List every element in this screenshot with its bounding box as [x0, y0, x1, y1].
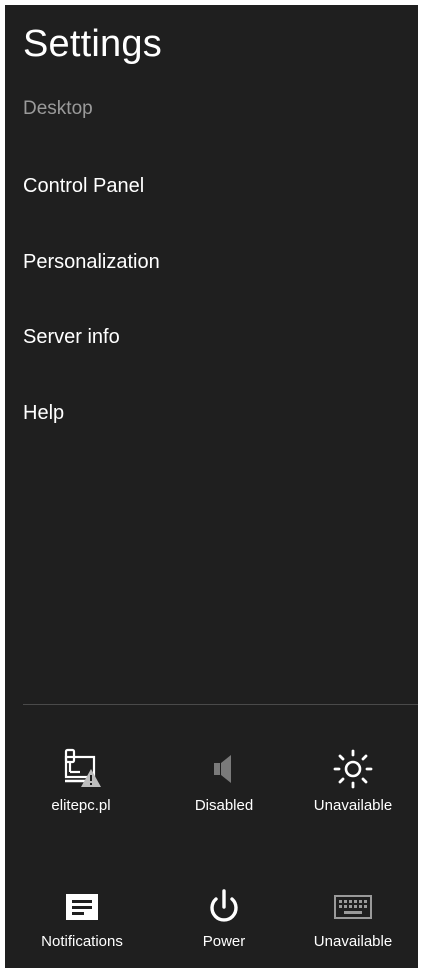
menu-item-server-info[interactable]: Server info [23, 326, 120, 349]
notifications-label: Notifications [41, 933, 123, 950]
power-tile[interactable]: Power [159, 887, 289, 950]
notifications-icon [66, 894, 98, 920]
volume-tile[interactable]: Disabled [159, 747, 289, 814]
page-title: Settings [23, 23, 162, 65]
notifications-tile[interactable]: Notifications [17, 887, 147, 950]
power-icon [210, 889, 238, 922]
keyboard-icon [334, 895, 372, 919]
settings-charm-panel: Settings Desktop Control Panel Personali… [5, 5, 418, 968]
brightness-tile[interactable]: Unavailable [288, 747, 418, 814]
network-tile[interactable]: elitepc.pl [16, 747, 146, 814]
network-warning-icon [64, 748, 101, 787]
brightness-label: Unavailable [313, 797, 393, 814]
network-label: elitepc.pl [51, 797, 111, 814]
keyboard-label: Unavailable [313, 933, 393, 950]
brightness-icon [333, 749, 373, 789]
menu-item-help[interactable]: Help [23, 402, 64, 425]
volume-icon [214, 755, 231, 783]
keyboard-tile[interactable]: Unavailable [288, 887, 418, 950]
volume-label: Disabled [194, 797, 254, 814]
power-label: Power [202, 933, 246, 950]
menu-item-control-panel[interactable]: Control Panel [23, 175, 144, 198]
menu-item-personalization[interactable]: Personalization [23, 251, 160, 274]
divider [23, 704, 418, 705]
context-subtitle: Desktop [23, 98, 93, 119]
